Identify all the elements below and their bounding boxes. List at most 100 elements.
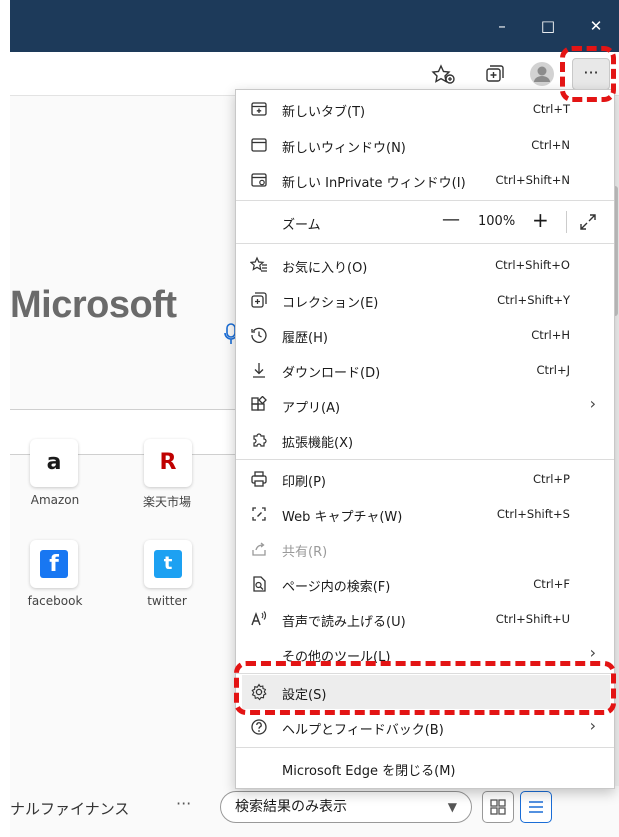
menu-item-shortcut: Ctrl+Shift+S [496,507,570,521]
history-icon [251,327,267,343]
menu-item-apps[interactable]: アプリ(A) › [236,388,614,422]
bottom-category-text[interactable]: ナルファイナンス [10,798,129,819]
menu-item-extensions[interactable]: 拡張機能(X) [236,423,614,457]
fullscreen-icon[interactable] [578,212,598,232]
menu-separator [236,200,614,201]
menu-item-label: 履歴(H) [282,331,328,346]
bottom-more-button[interactable]: ··· [176,794,191,813]
menu-item-history[interactable]: 履歴(H) Ctrl+H [236,318,614,352]
menu-item-label: 新しいウィンドウ(N) [282,141,406,156]
facebook-icon: f [40,550,68,578]
zoom-out-button[interactable]: — [442,209,460,230]
tile-label-rakuten: 楽天市場 [142,495,191,509]
chevron-down-icon: ▼ [447,800,457,814]
menu-item-new-window[interactable]: 新しいウィンドウ(N) Ctrl+N [236,128,614,162]
add-favorite-icon[interactable] [430,60,458,88]
favorites-icon [250,256,267,272]
amazon-icon: a [46,450,62,475]
menu-item-label: 音声で読み上げる(U) [282,615,406,630]
menu-item-zoom: ズーム — 100% + [236,205,614,239]
tile-label-twitter: twitter [147,594,187,608]
web-capture-icon [252,507,266,521]
rakuten-icon: R [159,450,177,475]
menu-item-label: ページ内の検索(F) [282,580,391,595]
menu-item-shortcut: Ctrl+Shift+N [495,173,570,187]
menu-item-label: ダウンロード(D) [282,366,381,381]
menu-item-label: お気に入り(O) [282,261,368,276]
grid-view-button[interactable] [482,791,514,823]
menu-item-shortcut: Ctrl+H [531,328,570,342]
zoom-divider [566,211,567,233]
zoom-label: ズーム [282,218,321,233]
menu-item-label: 新しいタブ(T) [282,105,366,120]
list-view-button[interactable] [520,791,552,823]
menu-item-label: ヘルプとフィードバック(B) [282,723,444,738]
tile-rakuten[interactable]: R [144,439,192,487]
print-icon [251,471,267,487]
highlight-settings-item [234,661,616,715]
menu-item-shortcut: Ctrl+N [531,138,570,152]
tile-amazon[interactable]: a [30,439,78,487]
share-icon [252,542,266,556]
new-tab-icon [251,102,267,116]
twitter-icon: t [154,550,182,578]
minimize-button[interactable]: – [488,14,516,38]
menu-item-label: 印刷(P) [282,475,326,490]
menu-separator [236,747,614,748]
menu-item-shortcut: Ctrl+Shift+Y [497,293,570,307]
menu-item-new-tab[interactable]: 新しいタブ(T) Ctrl+T [236,92,614,126]
menu-item-share: 共有(R) [236,532,614,566]
menu-item-label: Microsoft Edge を閉じる(M) [282,764,456,779]
menu-separator [236,459,614,460]
menu-item-label: コレクション(E) [282,296,379,311]
inprivate-window-icon [251,173,267,187]
apps-icon [251,396,267,411]
menu-item-shortcut: Ctrl+Shift+O [495,258,570,272]
collections-icon[interactable] [480,60,508,88]
menu-item-shortcut: Ctrl+F [533,577,570,591]
tile-label-facebook: facebook [27,594,83,608]
restore-button[interactable]: □ [534,14,562,38]
menu-item-shortcut: Ctrl+P [532,472,570,486]
menu-item-print[interactable]: 印刷(P) Ctrl+P [236,462,614,496]
read-aloud-icon [251,611,267,626]
menu-item-label: 拡張機能(X) [282,436,354,451]
menu-item-find-on-page[interactable]: ページ内の検索(F) Ctrl+F [236,567,614,601]
title-bar: – □ ✕ [10,0,619,52]
extensions-icon [253,433,267,447]
menu-item-favorites[interactable]: お気に入り(O) Ctrl+Shift+O [236,248,614,282]
highlight-more-button [560,46,616,102]
zoom-in-button[interactable]: + [532,208,549,232]
collections-icon [251,292,267,308]
search-results-select[interactable]: 検索結果のみ表示 ▼ [220,791,472,823]
tile-twitter[interactable]: t [144,540,192,588]
menu-item-shortcut: Ctrl+T [532,102,570,116]
microsoft-logo: Microsoft [10,284,177,326]
close-button[interactable]: ✕ [582,14,610,38]
profile-avatar-icon[interactable] [528,60,556,88]
new-window-icon [251,138,267,152]
menu-item-help-and-feedback[interactable]: ヘルプとフィードバック(B) › [236,710,614,744]
bottom-bar: ナルファイナンス ··· 検索結果のみ表示 ▼ [10,788,619,828]
tile-label-amazon: Amazon [30,493,80,507]
menu-item-label: 共有(R) [282,545,328,560]
chevron-right-icon: › [589,394,596,413]
tile-facebook[interactable]: f [30,540,78,588]
zoom-level: 100% [478,214,516,229]
menu-item-downloads[interactable]: ダウンロード(D) Ctrl+J [236,353,614,387]
menu-item-web-capture[interactable]: Web キャプチャ(W) Ctrl+Shift+S [236,497,614,531]
menu-item-close-edge[interactable]: Microsoft Edge を閉じる(M) [236,751,614,785]
menu-item-read-aloud[interactable]: 音声で読み上げる(U) Ctrl+Shift+U [236,602,614,636]
list-view-icon [529,801,543,813]
menu-item-collections[interactable]: コレクション(E) Ctrl+Shift+Y [236,283,614,317]
chevron-right-icon: › [589,643,596,662]
menu-item-new-inprivate-window[interactable]: 新しい InPrivate ウィンドウ(I) Ctrl+Shift+N [236,163,614,197]
find-on-page-icon [253,576,266,592]
menu-item-label: 新しい InPrivate ウィンドウ(I) [282,176,466,191]
menu-item-label: アプリ(A) [282,401,341,416]
menu-separator [236,243,614,244]
help-icon [251,719,267,735]
search-results-select-value: 検索結果のみ表示 [235,799,347,815]
menu-item-shortcut: Ctrl+Shift+U [495,612,570,626]
download-icon [253,363,265,378]
